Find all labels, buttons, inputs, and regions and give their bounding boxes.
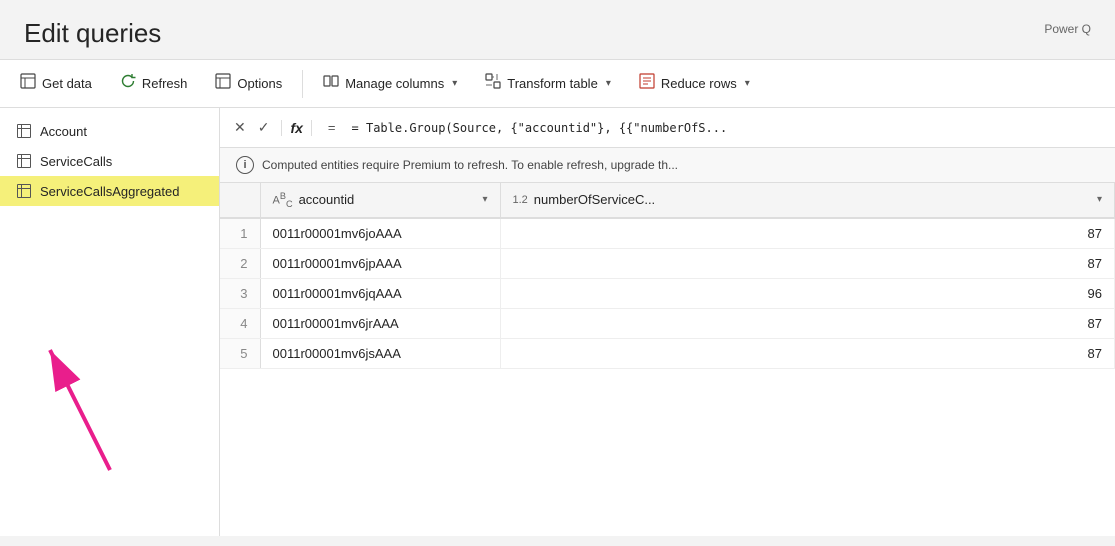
info-bar: i Computed entities require Premium to r…: [220, 148, 1115, 183]
cell-rownum-4: 4: [220, 308, 260, 338]
manage-columns-label: Manage columns: [345, 76, 444, 91]
cell-value-4: 87: [500, 308, 1115, 338]
cell-accountid-4: 0011r00001mv6jrAAA: [260, 308, 500, 338]
options-button[interactable]: Options: [203, 67, 294, 100]
equals-sign: =: [320, 120, 344, 135]
col-header-accountid[interactable]: ABC accountid ▾: [260, 183, 500, 218]
cell-rownum-1: 1: [220, 218, 260, 249]
col-dropdown-accountid[interactable]: ▾: [482, 194, 487, 205]
col-dropdown-number[interactable]: ▾: [1097, 194, 1102, 205]
table-row: 1 0011r00001mv6joAAA 87: [220, 218, 1115, 249]
sidebar-item-service-calls[interactable]: ServiceCalls: [0, 146, 219, 176]
options-icon: [215, 73, 231, 94]
get-data-label: Get data: [42, 76, 92, 91]
sidebar-item-service-calls-aggregated[interactable]: ServiceCallsAggregated: [0, 176, 219, 206]
col-header-numberofservicec[interactable]: 1.2 numberOfServiceC... ▾: [500, 183, 1115, 218]
toolbar: Get data Refresh Options: [0, 60, 1115, 108]
col-header-rownum: [220, 183, 260, 218]
table-header-row: ABC accountid ▾ 1.2 numberOfServiceC... …: [220, 183, 1115, 218]
get-data-icon: [20, 73, 36, 94]
options-label: Options: [237, 76, 282, 91]
data-table: ABC accountid ▾ 1.2 numberOfServiceC... …: [220, 183, 1115, 369]
col-label-numberofservicec: numberOfServiceC...: [534, 192, 655, 207]
manage-columns-button[interactable]: Manage columns ▾: [311, 67, 469, 100]
transform-table-chevron: ▾: [606, 78, 611, 89]
cell-rownum-3: 3: [220, 278, 260, 308]
cell-accountid-3: 0011r00001mv6jqAAA: [260, 278, 500, 308]
main-area: Account ServiceCalls: [0, 108, 1115, 536]
page-title: Edit queries: [24, 18, 161, 49]
info-message: Computed entities require Premium to ref…: [262, 158, 678, 172]
fx-label: fx: [281, 120, 311, 136]
cell-rownum-5: 5: [220, 338, 260, 368]
refresh-button[interactable]: Refresh: [108, 67, 200, 100]
formula-bar: ✕ ✓ fx = = Table.Group(Source, {"account…: [220, 108, 1115, 148]
formula-cancel-button[interactable]: ✕: [230, 117, 250, 138]
refresh-icon: [120, 73, 136, 94]
toolbar-separator-1: [302, 70, 303, 98]
cell-value-1: 87: [500, 218, 1115, 249]
cell-value-5: 87: [500, 338, 1115, 368]
cell-value-3: 96: [500, 278, 1115, 308]
formula-actions: ✕ ✓: [230, 117, 273, 138]
sidebar-label-aggregated: ServiceCallsAggregated: [40, 184, 179, 199]
table-row: 2 0011r00001mv6jpAAA 87: [220, 248, 1115, 278]
manage-columns-chevron: ▾: [452, 78, 457, 89]
table-row: 3 0011r00001mv6jqAAA 96: [220, 278, 1115, 308]
table-icon-account: [16, 123, 32, 139]
manage-columns-icon: [323, 73, 339, 94]
table-icon-service-calls: [16, 153, 32, 169]
info-icon: i: [236, 156, 254, 174]
app-brand: Power Q: [1044, 22, 1091, 36]
sidebar-label-account: Account: [40, 124, 87, 139]
table-row: 5 0011r00001mv6jsAAA 87: [220, 338, 1115, 368]
refresh-label: Refresh: [142, 76, 188, 91]
reduce-rows-label: Reduce rows: [661, 76, 737, 91]
reduce-rows-button[interactable]: Reduce rows ▾: [627, 67, 762, 100]
content-area: ✕ ✓ fx = = Table.Group(Source, {"account…: [220, 108, 1115, 536]
table-row: 4 0011r00001mv6jrAAA 87: [220, 308, 1115, 338]
get-data-button[interactable]: Get data: [8, 67, 104, 100]
table-icon-aggregated: [16, 183, 32, 199]
cell-rownum-2: 2: [220, 248, 260, 278]
cell-accountid-1: 0011r00001mv6joAAA: [260, 218, 500, 249]
sidebar-label-service-calls: ServiceCalls: [40, 154, 112, 169]
col-type-number: 1.2: [513, 194, 528, 206]
title-bar: Edit queries Power Q: [0, 0, 1115, 60]
cell-accountid-5: 0011r00001mv6jsAAA: [260, 338, 500, 368]
data-table-wrapper[interactable]: ABC accountid ▾ 1.2 numberOfServiceC... …: [220, 183, 1115, 536]
transform-table-button[interactable]: Transform table ▾: [473, 67, 623, 100]
sidebar-item-account[interactable]: Account: [0, 116, 219, 146]
reduce-rows-icon: [639, 73, 655, 94]
table-body: 1 0011r00001mv6joAAA 87 2 0011r00001mv6j…: [220, 218, 1115, 369]
formula-confirm-button[interactable]: ✓: [254, 117, 274, 138]
transform-table-icon: [485, 73, 501, 94]
reduce-rows-chevron: ▾: [745, 78, 750, 89]
sidebar: Account ServiceCalls: [0, 108, 220, 536]
col-label-accountid: accountid: [299, 192, 355, 207]
formula-text: = Table.Group(Source, {"accountid"}, {{"…: [352, 121, 728, 135]
transform-table-label: Transform table: [507, 76, 598, 91]
col-type-accountid: ABC: [273, 191, 293, 209]
cell-accountid-2: 0011r00001mv6jpAAA: [260, 248, 500, 278]
cell-value-2: 87: [500, 248, 1115, 278]
